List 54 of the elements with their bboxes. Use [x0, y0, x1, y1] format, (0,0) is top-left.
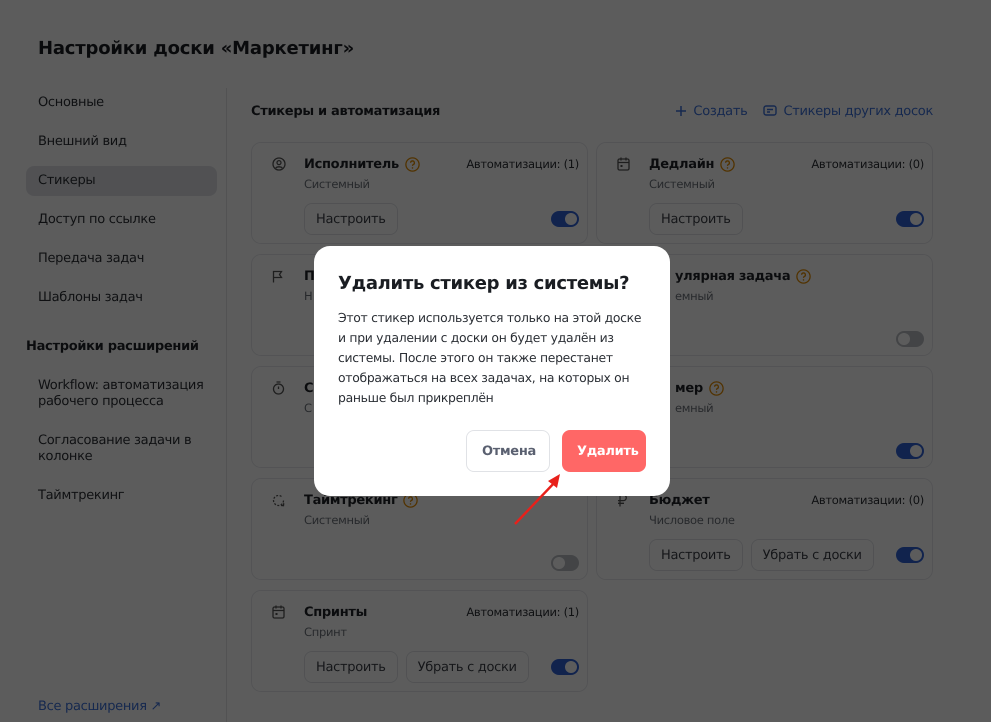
sticker-title: Бюджет [649, 492, 710, 508]
toggle-switch[interactable] [551, 211, 579, 227]
automations-count: Автоматизации: (0) [811, 493, 924, 507]
automations-count: Автоматизации: (1) [466, 605, 579, 619]
sidebar-item[interactable]: Таймтрекинг [26, 481, 217, 511]
sticker-title: мер [675, 380, 703, 396]
sticker-button[interactable]: Настроить [304, 651, 398, 683]
refresh-icon [272, 494, 285, 507]
plus-icon [675, 105, 688, 117]
person-icon [272, 157, 286, 171]
dialog-title: Удалить стикер из системы? [338, 273, 630, 294]
sidebar-item[interactable]: Передача задач [26, 244, 217, 274]
sticker-button[interactable]: Убрать с доски [406, 651, 529, 683]
sidebar-item[interactable]: Основные [26, 88, 217, 118]
sticker-title: Таймтрекинг [304, 492, 398, 508]
all-extensions-link[interactable]: Все расширения ↗ [38, 699, 217, 714]
sticker-button[interactable]: Убрать с доски [750, 539, 874, 571]
calendar-icon [272, 605, 285, 619]
sidebar-item[interactable]: Workflow: автоматизация рабочего процесса [26, 371, 217, 417]
toggle-switch[interactable] [896, 547, 924, 563]
sticker-title: Дедлайн [649, 156, 714, 172]
note-icon [763, 105, 778, 117]
automations-count: Автоматизации: (0) [811, 157, 924, 171]
toolbar-link[interactable]: Стикеры других досок [763, 104, 933, 118]
sidebar-item[interactable]: Внешний вид [26, 127, 217, 157]
stopwatch-icon [272, 381, 285, 395]
sidebar-item[interactable]: Стикеры [26, 166, 217, 196]
sticker-button[interactable]: Настроить [649, 203, 743, 235]
toggle-switch[interactable] [896, 211, 924, 227]
section-title: Стикеры и автоматизация [251, 104, 440, 118]
sidebar-item[interactable]: Доступ по ссылке [26, 205, 217, 235]
sticker-title: улярная задача [675, 268, 790, 284]
sticker-title: П [304, 268, 315, 284]
toggle-switch[interactable] [551, 659, 579, 675]
flag-icon [272, 270, 284, 283]
sticker-title: С [304, 380, 314, 396]
dialog-message: Этот стикер используется только на этой доске и при удалении с доски он будет удалён из системы. После этого он также перестанет отображаться на всех задачах, на которых он раньше был прикреплён [338, 309, 642, 407]
sidebar-item[interactable]: Согласование задачи в колонке [26, 426, 217, 472]
section-heading: Настройки расширений [26, 339, 200, 354]
calendar-icon [617, 157, 630, 171]
toggle-switch[interactable] [896, 443, 924, 459]
sticker-title: Исполнитель [304, 156, 399, 172]
toggle-switch[interactable] [551, 555, 579, 571]
delete-button[interactable]: Удалить [562, 430, 646, 472]
page-title: Настройки доски «Маркетинг» [38, 38, 356, 61]
automations-count: Автоматизации: (1) [466, 157, 579, 171]
sidebar-item[interactable]: Шаблоны задач [26, 283, 217, 313]
toggle-switch[interactable] [896, 331, 924, 347]
toolbar-link[interactable]: Создать [675, 104, 748, 118]
ruble-icon [617, 494, 627, 507]
cancel-button[interactable]: Отмена [466, 430, 550, 472]
sticker-button[interactable]: Настроить [649, 539, 743, 571]
sticker-button[interactable]: Настроить [304, 203, 398, 235]
sticker-title: Спринты [304, 604, 368, 620]
